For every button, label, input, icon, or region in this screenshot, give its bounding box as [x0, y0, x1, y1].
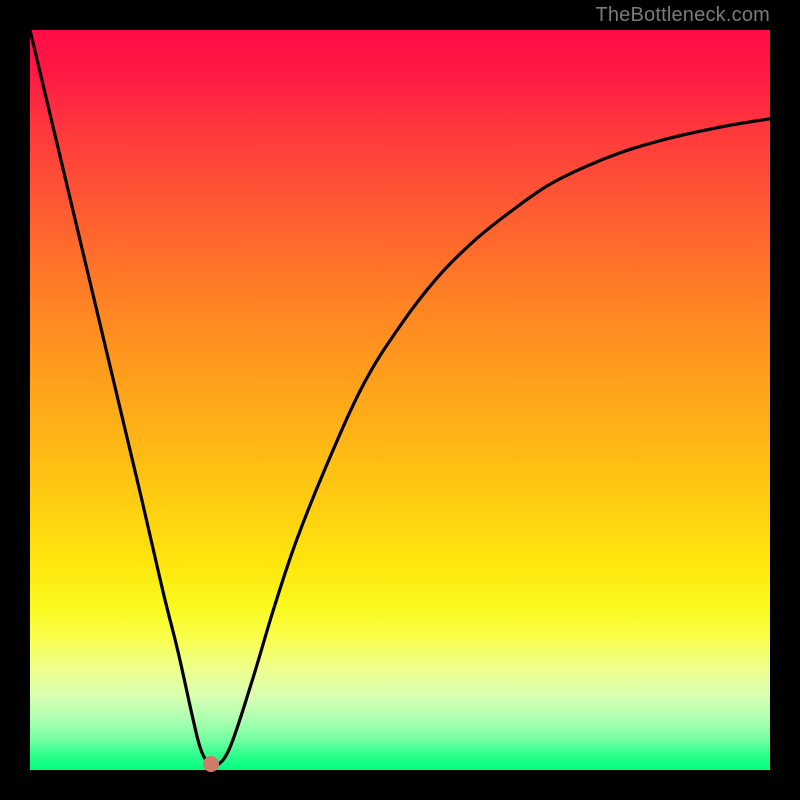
- curve-svg: [30, 30, 770, 770]
- chart-container: TheBottleneck.com: [0, 0, 800, 800]
- minimum-marker-dot: [203, 756, 219, 772]
- bottleneck-curve: [30, 30, 770, 767]
- watermark-text: TheBottleneck.com: [595, 4, 770, 27]
- plot-area: [30, 30, 770, 770]
